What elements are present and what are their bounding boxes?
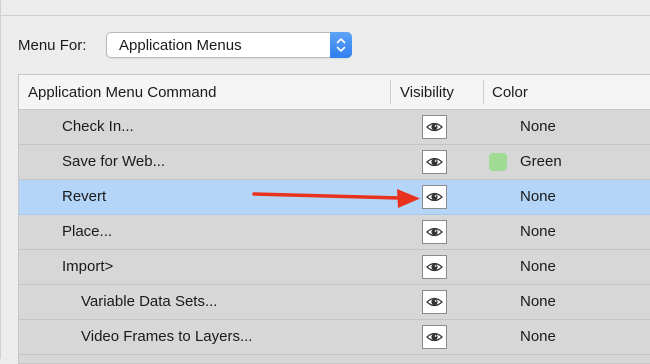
color-label[interactable]: None xyxy=(520,328,556,345)
command-label: Import> xyxy=(62,258,114,275)
color-label[interactable]: None xyxy=(520,188,556,205)
menu-for-label: Menu For: xyxy=(18,37,87,54)
column-header-visibility[interactable]: Visibility xyxy=(400,84,454,101)
command-label: Video Frames to Layers... xyxy=(81,328,253,345)
table-row[interactable]: Place... None xyxy=(19,215,650,250)
visibility-toggle[interactable] xyxy=(422,185,447,209)
table-row[interactable]: Import> None xyxy=(19,250,650,285)
command-label: Revert xyxy=(62,188,107,205)
column-header-color[interactable]: Color xyxy=(492,84,528,101)
color-label[interactable]: None xyxy=(520,258,556,275)
visibility-toggle[interactable] xyxy=(422,115,447,139)
column-header-command[interactable]: Application Menu Command xyxy=(28,84,216,101)
command-label: Place... xyxy=(62,223,113,240)
color-label[interactable]: Green xyxy=(520,153,562,170)
visibility-toggle[interactable] xyxy=(422,290,447,314)
column-divider xyxy=(483,80,484,104)
table-header: Application Menu Command Visibility Colo… xyxy=(19,75,650,110)
table-row[interactable]: Variable Data Sets... None xyxy=(19,285,650,320)
command-label: Check In... xyxy=(62,118,134,135)
color-label[interactable]: None xyxy=(520,118,556,135)
column-divider xyxy=(390,80,391,104)
table-row[interactable]: Revert None xyxy=(19,180,650,215)
visibility-toggle[interactable] xyxy=(422,325,447,349)
command-label: Variable Data Sets... xyxy=(81,293,218,310)
menu-for-select-value: Application Menus xyxy=(119,37,242,54)
chevron-up-down-icon[interactable] xyxy=(330,32,352,58)
top-divider xyxy=(0,15,650,16)
menu-for-select[interactable]: Application Menus xyxy=(106,32,352,58)
table-row[interactable]: Check In... None xyxy=(19,110,650,145)
color-label[interactable]: None xyxy=(520,223,556,240)
color-swatch xyxy=(489,153,507,171)
window-edge xyxy=(0,0,1,359)
table-row[interactable]: Video Frames to Layers... None xyxy=(19,320,650,355)
menu-commands-table: Application Menu Command Visibility Colo… xyxy=(18,74,650,364)
table-body: Check In... None Save for Web... Green Rever… xyxy=(19,110,650,355)
color-label[interactable]: None xyxy=(520,293,556,310)
visibility-toggle[interactable] xyxy=(422,255,447,279)
visibility-toggle[interactable] xyxy=(422,150,447,174)
visibility-toggle[interactable] xyxy=(422,220,447,244)
command-label: Save for Web... xyxy=(62,153,166,170)
table-row[interactable]: Save for Web... Green xyxy=(19,145,650,180)
